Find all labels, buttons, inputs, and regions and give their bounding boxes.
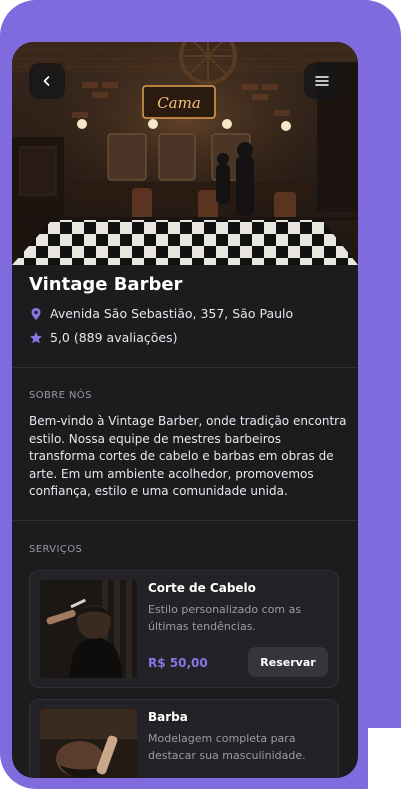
neon-sign-text: Cama xyxy=(157,94,201,112)
address-text: Avenida São Sebastião, 357, São Paulo xyxy=(50,306,294,321)
chevron-left-icon xyxy=(41,75,53,87)
divider xyxy=(12,520,358,521)
barbershop-hero-image: Cama xyxy=(12,42,358,265)
reserve-button[interactable]: Reservar xyxy=(248,647,328,677)
star-icon xyxy=(29,331,43,345)
background-cutout xyxy=(368,728,401,789)
haircut-photo xyxy=(40,580,137,678)
about-description: Bem-vindo à Vintage Barber, onde tradiçã… xyxy=(29,414,347,498)
map-pin-icon xyxy=(29,307,43,321)
rating-row: 5,0 (889 avaliações) xyxy=(29,330,177,345)
hamburger-menu-icon xyxy=(315,75,329,87)
service-name: Barba xyxy=(148,710,188,724)
about-section-label: SOBRE NÓS xyxy=(29,390,92,401)
service-description: Estilo personalizado com as últimas tend… xyxy=(148,603,302,633)
address-row: Avenida São Sebastião, 357, São Paulo xyxy=(29,306,293,321)
service-card-haircut[interactable]: Corte de Cabelo Estilo personalizado com… xyxy=(29,570,339,688)
rating-text: 5,0 (889 avaliações) xyxy=(50,330,178,345)
service-description: Modelagem completa para destacar sua mas… xyxy=(148,732,306,762)
service-card-beard[interactable]: Barba Modelagem completa para destacar s… xyxy=(29,699,339,778)
divider xyxy=(12,367,358,368)
beard-photo xyxy=(40,709,137,778)
shop-name: Vintage Barber xyxy=(29,274,183,295)
menu-button[interactable] xyxy=(304,63,340,99)
services-section-label: SERVIÇOS xyxy=(29,544,83,555)
phone-screen: Cama Vintage Barber Avenida São Sebastiã… xyxy=(12,42,358,778)
back-button[interactable] xyxy=(29,63,65,99)
service-name: Corte de Cabelo xyxy=(148,581,256,595)
service-price: R$ 50,00 xyxy=(148,656,208,670)
